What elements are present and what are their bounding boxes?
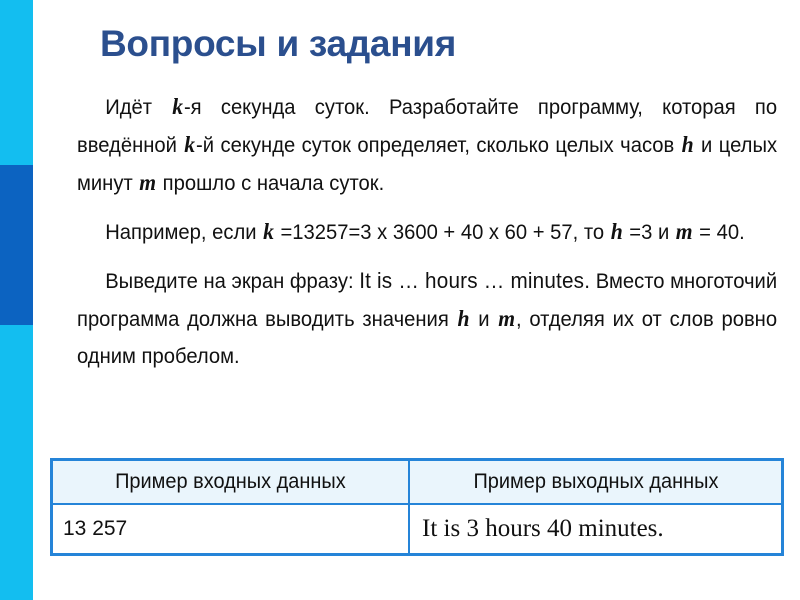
table-header-output-label: Пример выходных данных: [473, 470, 718, 493]
paragraph1-seg5: прошло с начала суток.: [157, 171, 385, 195]
paragraph1-seg3: -й секунде суток определяет, сколько цел…: [196, 133, 681, 157]
variable-k-1: k: [172, 94, 183, 119]
task-paragraph-1: Идёт k-я секунда суток. Разработайте про…: [77, 88, 777, 202]
paragraph2-seg3: =3 и: [623, 220, 675, 244]
table-cell-input-value: 13 257: [50, 503, 410, 556]
variable-h-2: h: [610, 219, 623, 244]
table-header-input: Пример входных данных: [50, 458, 410, 505]
table-header-input-label: Пример входных данных: [115, 470, 346, 493]
left-accent-bar-segment: [0, 165, 33, 325]
paragraph3-seg3: и: [470, 307, 498, 331]
variable-h-3: h: [457, 306, 470, 331]
variable-m-1: m: [139, 170, 157, 195]
variable-h-1: h: [681, 132, 694, 157]
slide-root: Вопросы и задания Идёт k-я секунда суток…: [0, 0, 800, 600]
paragraph2-seg4: = 40.: [693, 220, 745, 244]
io-example-table: Пример входных данных Пример выходных да…: [50, 458, 784, 556]
table-header-output: Пример выходных данных: [408, 458, 784, 505]
variable-k-3: k: [263, 219, 274, 244]
paragraph2-seg2: =13257=3 x 3600 + 40 x 60 + 57, то: [274, 220, 610, 244]
paragraph3-seg1: Выведите на экран фразу:: [105, 269, 360, 293]
table-cell-output-value: It is 3 hours 40 minutes.: [408, 503, 784, 556]
table-header-row: Пример входных данных Пример выходных да…: [50, 458, 784, 505]
task-paragraph-2: Например, если k =13257=3 x 3600 + 40 x …: [77, 213, 777, 251]
output-phrase-template: It is … hours … minutes.: [359, 268, 591, 293]
variable-m-2: m: [675, 219, 693, 244]
left-bar-gap: [33, 0, 42, 600]
variable-m-3: m: [498, 306, 516, 331]
task-paragraph-3: Выведите на экран фразу: It is … hours ……: [77, 262, 777, 375]
paragraph2-seg1: Например, если: [105, 220, 263, 244]
variable-k-2: k: [184, 132, 196, 157]
page-title: Вопросы и задания: [100, 23, 456, 64]
table-row: 13 257 It is 3 hours 40 minutes.: [50, 503, 784, 556]
paragraph1-seg1: Идёт: [105, 95, 172, 119]
task-body: Идёт k-я секунда суток. Разработайте про…: [77, 88, 777, 375]
